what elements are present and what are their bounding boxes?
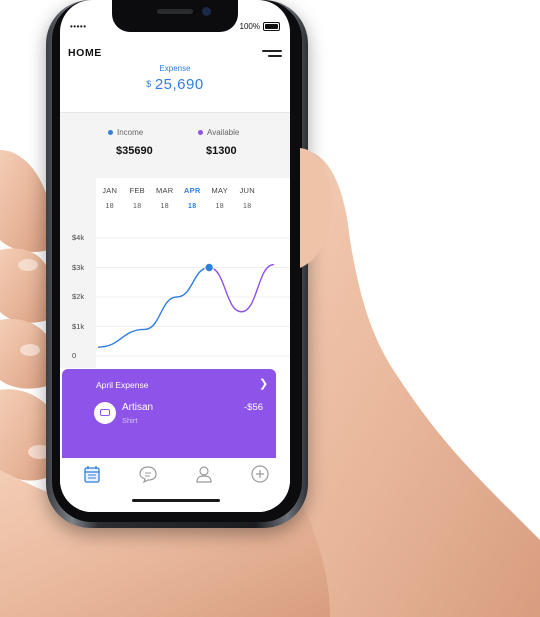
expense-item-name: Artisan [122, 402, 154, 413]
wallet-icon [94, 402, 116, 424]
user-icon[interactable] [194, 464, 214, 484]
menu-icon[interactable] [262, 49, 282, 59]
series-line-future [209, 263, 275, 313]
available-dot-icon [198, 130, 203, 135]
plus-circle-icon[interactable] [250, 464, 270, 484]
chat-icon[interactable] [138, 464, 158, 484]
page-title: HOME [68, 47, 102, 59]
battery-percent: 100% [239, 22, 260, 31]
series-line-past [97, 266, 210, 348]
expense-item-amount: -$56 [244, 402, 264, 413]
available-value: $1300 [206, 145, 237, 157]
card-title: April Expense [96, 380, 149, 390]
available-label: Available [207, 128, 240, 137]
speaker-grille [157, 9, 193, 14]
income-stat: Income [108, 128, 143, 137]
income-dot-icon [108, 130, 113, 135]
expense-item-category: Shirt [122, 416, 138, 425]
front-camera [202, 7, 211, 16]
phone-notch [112, 0, 238, 32]
available-stat: Available [198, 128, 239, 137]
phone-screen: ••••• 100% HOME Expense $25,690 Income $… [60, 0, 290, 512]
expense-card[interactable] [62, 369, 276, 469]
expense-label: Expense [159, 64, 191, 73]
scene: ••••• 100% HOME Expense $25,690 Income $… [0, 0, 540, 617]
chevron-right-icon[interactable]: ❯ [259, 377, 268, 390]
expense-amount: $25,690 [60, 76, 290, 93]
expense-line-chart [96, 237, 290, 357]
home-indicator[interactable] [132, 499, 220, 502]
income-value: $35690 [116, 145, 153, 157]
highlight-point[interactable] [204, 262, 214, 273]
calendar-icon[interactable] [82, 464, 102, 484]
battery-status: 100% [240, 22, 280, 31]
income-label: Income [117, 128, 144, 137]
expense-value: 25,690 [154, 76, 204, 93]
battery-icon [263, 22, 280, 31]
currency-symbol: $ [146, 79, 152, 89]
signal-indicator: ••••• [70, 22, 87, 31]
summary-panel [60, 113, 290, 178]
